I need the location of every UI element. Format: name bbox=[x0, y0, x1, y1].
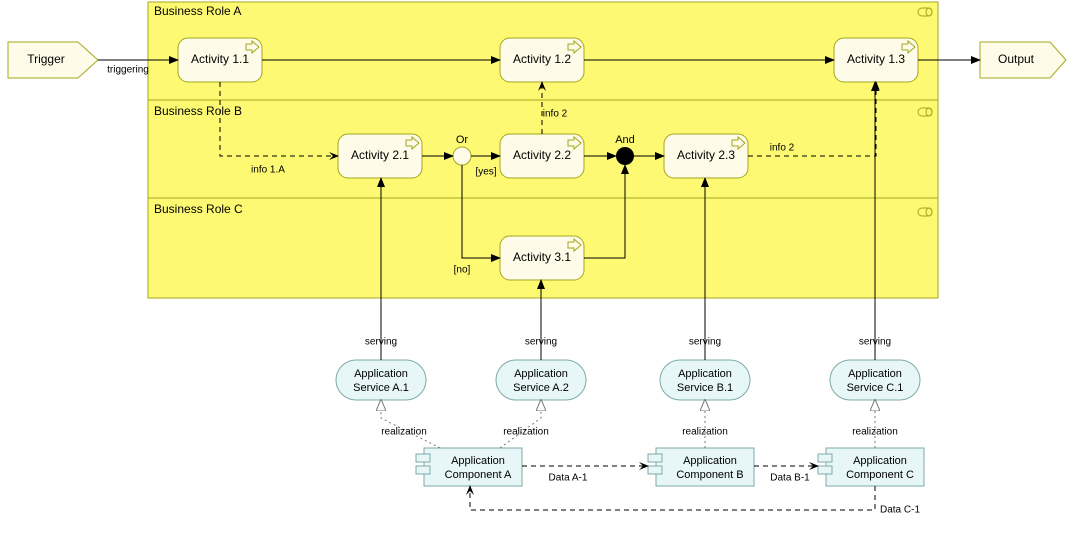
app-service-a2: Application Service A.2 Application Serv… bbox=[496, 360, 586, 400]
svg-text:Activity 2.3: Activity 2.3 bbox=[677, 148, 735, 162]
output-label: Output bbox=[998, 52, 1035, 66]
lane-c-label: Business Role C bbox=[154, 202, 243, 216]
realization-a2 bbox=[500, 400, 541, 448]
svg-text:Application: Application bbox=[354, 368, 408, 380]
svg-text:Activity 3.1: Activity 3.1 bbox=[513, 250, 571, 264]
svg-text:Activity 1.3: Activity 1.3 bbox=[847, 52, 905, 66]
svg-text:Data B-1: Data B-1 bbox=[770, 473, 810, 484]
activity-2-1: Activity 2.1 bbox=[338, 134, 422, 178]
app-service-b1: Application Service B.1 Application Serv… bbox=[660, 360, 750, 400]
svg-text:Or: Or bbox=[456, 134, 469, 146]
svg-text:Application: Application bbox=[853, 455, 907, 467]
svg-text:Component A: Component A bbox=[445, 469, 512, 481]
svg-text:realization: realization bbox=[503, 427, 549, 438]
lane-a-label: Business Role A bbox=[154, 4, 241, 18]
app-component-c: Application Component C Application Comp… bbox=[818, 448, 924, 486]
svg-text:serving: serving bbox=[365, 337, 397, 348]
info1a-label: info 1.A bbox=[251, 165, 285, 176]
svg-text:Application: Application bbox=[848, 368, 902, 380]
app-component-b: Application Component B Application Comp… bbox=[648, 448, 754, 486]
activity-2-2: Activity 2.2 bbox=[500, 134, 584, 178]
info2-up-label: info 2 bbox=[543, 109, 568, 120]
svg-text:realization: realization bbox=[381, 427, 427, 438]
svg-text:serving: serving bbox=[689, 337, 721, 348]
activity-1-1: Activity 1.1 bbox=[178, 38, 262, 82]
svg-text:Activity 1.2: Activity 1.2 bbox=[513, 52, 571, 66]
svg-text:serving: serving bbox=[859, 337, 891, 348]
svg-text:Activity 1.1: Activity 1.1 bbox=[191, 52, 249, 66]
app-service-c1: Application Service C.1 Application Serv… bbox=[830, 360, 920, 400]
svg-text:Activity 2.2: Activity 2.2 bbox=[513, 148, 571, 162]
svg-text:realization: realization bbox=[852, 427, 898, 438]
activity-1-3: Activity 1.3 bbox=[834, 38, 918, 82]
svg-text:Service C.1: Service C.1 bbox=[847, 382, 904, 394]
output-event: Output bbox=[980, 42, 1066, 78]
activity-2-3: Activity 2.3 bbox=[664, 134, 748, 178]
svg-text:Activity 2.1: Activity 2.1 bbox=[351, 148, 409, 162]
realization-a1 bbox=[381, 400, 440, 448]
svg-text:Service A.2: Service A.2 bbox=[513, 382, 569, 394]
svg-text:Application: Application bbox=[514, 368, 568, 380]
data-c-a bbox=[470, 486, 875, 510]
svg-text:Application: Application bbox=[451, 455, 505, 467]
archimate-diagram: Business Role A Business Role B Business… bbox=[0, 0, 1071, 535]
flow-triggering-label: triggering bbox=[107, 65, 149, 76]
trigger-event: Trigger bbox=[8, 42, 98, 78]
app-component-a: Application Component A Application Comp… bbox=[416, 448, 522, 486]
trigger-label: Trigger bbox=[27, 52, 65, 66]
svg-text:Service B.1: Service B.1 bbox=[677, 382, 733, 394]
svg-text:Application: Application bbox=[678, 368, 732, 380]
activity-3-1: Activity 3.1 bbox=[500, 236, 584, 280]
yes-label: [yes] bbox=[475, 167, 496, 178]
lane-b-label: Business Role B bbox=[154, 104, 242, 118]
svg-text:serving: serving bbox=[525, 337, 557, 348]
app-service-a1: Application Service A.1 Application Serv… bbox=[336, 360, 426, 400]
activity-1-2: Activity 1.2 bbox=[500, 38, 584, 82]
svg-text:Component B: Component B bbox=[676, 469, 743, 481]
svg-text:Data C-1: Data C-1 bbox=[880, 505, 920, 516]
svg-text:Service A.1: Service A.1 bbox=[353, 382, 409, 394]
no-label: [no] bbox=[454, 265, 471, 276]
svg-text:realization: realization bbox=[682, 427, 728, 438]
svg-text:Application: Application bbox=[683, 455, 737, 467]
svg-text:Data A-1: Data A-1 bbox=[549, 473, 588, 484]
info2-side-label: info 2 bbox=[770, 143, 795, 154]
svg-text:And: And bbox=[615, 134, 635, 146]
svg-text:Component C: Component C bbox=[846, 469, 914, 481]
